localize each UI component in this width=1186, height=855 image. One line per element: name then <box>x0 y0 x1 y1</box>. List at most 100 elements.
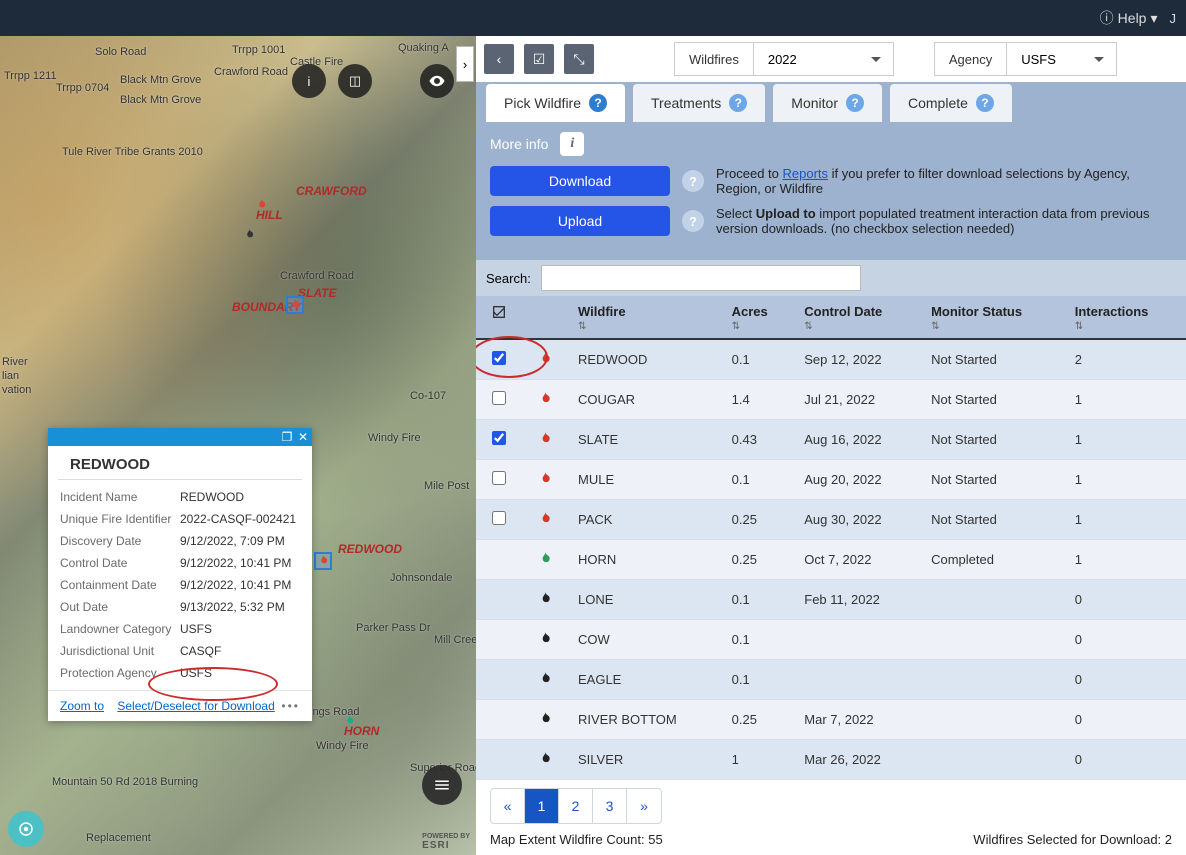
toolbar-check-button[interactable]: ☑ <box>524 44 554 74</box>
pager-page[interactable]: 3 <box>593 789 627 823</box>
map-layers-button[interactable] <box>422 765 462 805</box>
col-interactions[interactable]: Interactions⇅ <box>1065 296 1186 339</box>
flame-icon <box>522 380 568 420</box>
zoom-to-link[interactable]: Zoom to <box>60 699 104 713</box>
map-fire-label[interactable]: CRAWFORD <box>296 184 367 198</box>
fire-marker[interactable] <box>242 228 256 242</box>
col-wildfire[interactable]: Wildfire⇅ <box>568 296 722 339</box>
map-road-label: Mountain 50 Rd 2018 Burning <box>52 776 198 788</box>
pager-page[interactable]: « <box>491 789 525 823</box>
popup-field: Landowner CategoryUSFS <box>60 618 300 640</box>
info-icon[interactable]: i <box>560 132 584 156</box>
popup-field: Out Date9/13/2022, 5:32 PM <box>60 596 300 618</box>
col-checkbox[interactable] <box>476 296 522 339</box>
search-row: Search: <box>476 260 1186 296</box>
cell-monitor-status: Not Started <box>921 380 1065 420</box>
table-row[interactable]: HORN0.25Oct 7, 2022Completed1 <box>476 540 1186 580</box>
map-split-button[interactable]: ◫ <box>338 64 372 98</box>
popup-more-icon[interactable]: ••• <box>281 699 300 713</box>
search-input[interactable] <box>541 265 861 291</box>
table-row[interactable]: COUGAR1.4Jul 21, 2022Not Started1 <box>476 380 1186 420</box>
table-row[interactable]: LONE0.1Feb 11, 20220 <box>476 580 1186 620</box>
table-row[interactable]: REDWOOD0.1Sep 12, 2022Not Started2 <box>476 339 1186 380</box>
popup-body[interactable]: Incident NameREDWOODUnique Fire Identifi… <box>48 480 312 690</box>
cell-interactions: 0 <box>1065 580 1186 620</box>
popup-dock-icon[interactable]: ❐ <box>280 430 294 444</box>
table-row[interactable]: MULE0.1Aug 20, 2022Not Started1 <box>476 460 1186 500</box>
popup-field-key: Control Date <box>60 556 172 570</box>
tab-complete[interactable]: Complete? <box>890 84 1012 122</box>
pager-page[interactable]: » <box>627 789 661 823</box>
row-checkbox[interactable] <box>492 511 506 525</box>
fire-marker[interactable] <box>254 198 268 212</box>
help-icon[interactable]: ? <box>846 94 864 112</box>
help-icon[interactable]: ? <box>682 210 704 232</box>
map-collapse-button[interactable]: › <box>456 46 474 82</box>
help-icon[interactable]: ? <box>729 94 747 112</box>
map-road-label: River <box>2 356 28 368</box>
help-icon[interactable]: ? <box>976 94 994 112</box>
popup-field-key: Discovery Date <box>60 534 172 548</box>
fire-marker[interactable] <box>316 554 330 568</box>
tab-treatments[interactable]: Treatments? <box>633 84 765 122</box>
map-pane[interactable]: Solo RoadTrrpp 1001Quaking ATrrpp 1211Tr… <box>0 36 476 855</box>
col-monitor-status[interactable]: Monitor Status⇅ <box>921 296 1065 339</box>
popup-field-key: Jurisdictional Unit <box>60 644 172 658</box>
toolbar-back-button[interactable]: ‹ <box>484 44 514 74</box>
col-control-date[interactable]: Control Date⇅ <box>794 296 921 339</box>
cell-control-date <box>794 620 921 660</box>
table-row[interactable]: SLATE0.43Aug 16, 2022Not Started1 <box>476 420 1186 460</box>
popup-field: Unique Fire Identifier2022-CASQF-002421 <box>60 508 300 530</box>
wildfire-table-wrap[interactable]: Wildfire⇅ Acres⇅ Control Date⇅ Monitor S… <box>476 296 1186 780</box>
reports-link[interactable]: Reports <box>783 166 829 181</box>
row-checkbox[interactable] <box>492 391 506 405</box>
year-dropdown[interactable]: 2022 <box>753 43 893 75</box>
agency-dropdown[interactable]: USFS <box>1006 43 1116 75</box>
table-row[interactable]: RIVER BOTTOM0.25Mar 7, 20220 <box>476 700 1186 740</box>
map-fire-label[interactable]: REDWOOD <box>338 542 402 556</box>
fire-marker[interactable] <box>288 298 302 312</box>
map-road-label: Windy Fire <box>368 432 421 444</box>
table-row[interactable]: EAGLE0.10 <box>476 660 1186 700</box>
caret-down-icon: ▾ <box>1150 10 1157 27</box>
tab-label: Monitor <box>791 95 838 111</box>
tab-pick-wildfire[interactable]: Pick Wildfire? <box>486 84 625 122</box>
download-button[interactable]: Download <box>490 166 670 196</box>
agency-select: Agency USFS <box>934 42 1117 76</box>
feature-popup: ❐ ✕ REDWOOD Incident NameREDWOODUnique F… <box>48 428 312 721</box>
map-visibility-button[interactable] <box>420 64 454 98</box>
cell-acres: 0.25 <box>722 500 795 540</box>
upload-button[interactable]: Upload <box>490 206 670 236</box>
popup-close-icon[interactable]: ✕ <box>296 430 310 444</box>
table-row[interactable]: PACK0.25Aug 30, 2022Not Started1 <box>476 500 1186 540</box>
cell-interactions: 1 <box>1065 380 1186 420</box>
map-assistant-button[interactable] <box>8 811 44 847</box>
col-acres[interactable]: Acres⇅ <box>722 296 795 339</box>
cell-acres: 0.25 <box>722 540 795 580</box>
table-row[interactable]: COW0.10 <box>476 620 1186 660</box>
row-checkbox[interactable] <box>492 351 506 365</box>
map-road-label: Crawford Road <box>214 66 288 78</box>
table-row[interactable]: SILVER1Mar 26, 20220 <box>476 740 1186 780</box>
toolbar-collapse-button[interactable]: ⤡ <box>564 44 594 74</box>
row-checkbox[interactable] <box>492 471 506 485</box>
select-deselect-link[interactable]: Select/Deselect for Download <box>117 699 274 713</box>
help-icon[interactable]: ? <box>682 170 704 192</box>
help-icon[interactable]: ? <box>589 94 607 112</box>
tab-monitor[interactable]: Monitor? <box>773 84 882 122</box>
pager-page[interactable]: 1 <box>525 789 559 823</box>
cell-monitor-status: Not Started <box>921 420 1065 460</box>
map-info-button[interactable]: i <box>292 64 326 98</box>
fire-marker[interactable] <box>342 714 356 728</box>
pager-page[interactable]: 2 <box>559 789 593 823</box>
map-road-label: Tule River Tribe Grants 2010 <box>62 146 203 158</box>
cell-wildfire: SLATE <box>568 420 722 460</box>
help-menu[interactable]: ⓘ Help ▾ <box>1100 8 1158 28</box>
map-road-label: Solo Road <box>95 46 146 58</box>
user-initial[interactable]: J <box>1170 11 1177 26</box>
flame-icon <box>522 740 568 780</box>
cell-monitor-status: Not Started <box>921 460 1065 500</box>
row-checkbox[interactable] <box>492 431 506 445</box>
popup-field-value: 9/13/2022, 5:32 PM <box>180 600 285 614</box>
popup-field-value: USFS <box>180 622 212 636</box>
